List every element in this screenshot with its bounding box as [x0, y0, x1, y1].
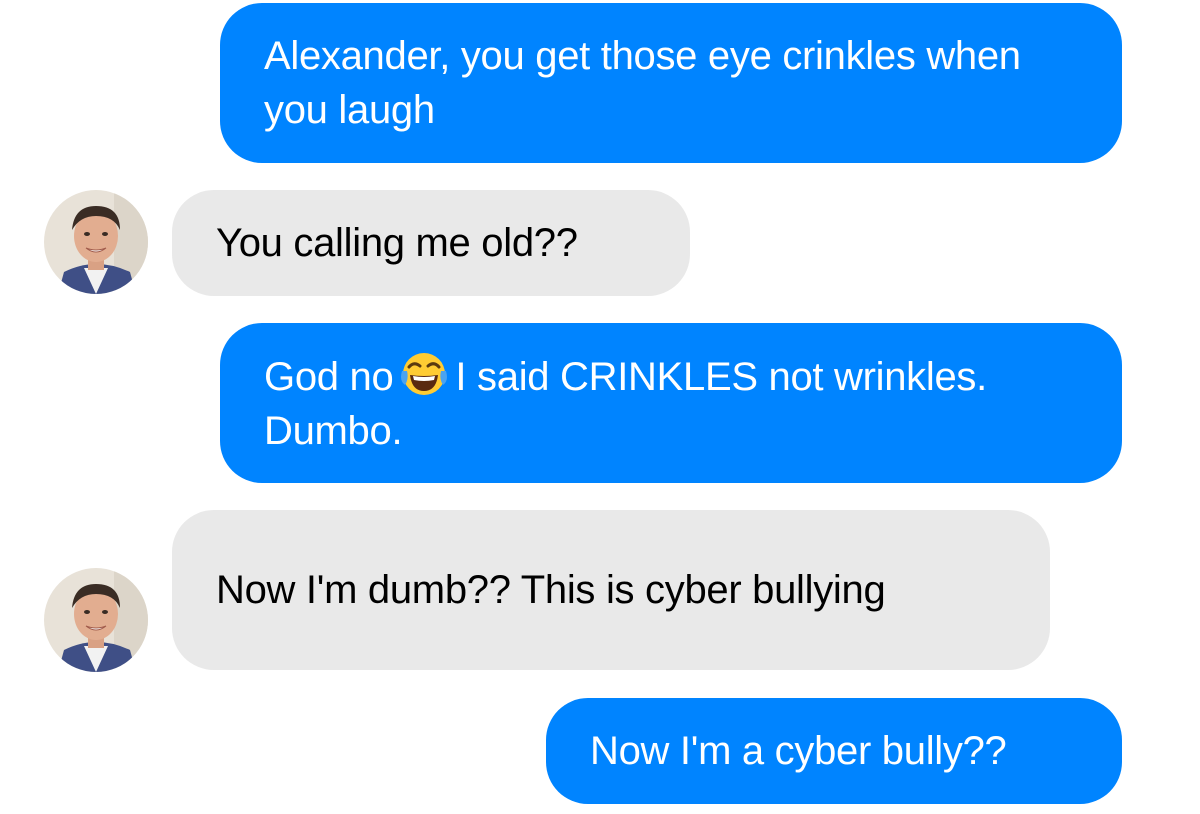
message-text: Now I'm dumb?? This is cyber bullying [216, 568, 886, 612]
message-thread: Alexander, you get those eye crinkles wh… [0, 0, 1200, 814]
message-bubble-incoming[interactable]: Now I'm dumb?? This is cyber bullying [172, 510, 1050, 670]
message-text-part: God no [264, 354, 394, 399]
message-text: You calling me old?? [216, 221, 578, 265]
message-bubble-incoming[interactable]: You calling me old?? [172, 190, 690, 296]
message-bubble-outgoing[interactable]: Now I'm a cyber bully?? [546, 698, 1122, 804]
message-text: Now I'm a cyber bully?? [590, 729, 1007, 773]
avatar-photo [44, 568, 148, 672]
avatar-photo [44, 190, 148, 294]
message-bubble-outgoing[interactable]: God no I said CRINKLES not wrinkles. Dum… [220, 323, 1122, 483]
contact-avatar[interactable] [44, 568, 148, 672]
message-text: God no I said CRINKLES not wrinkles. Dum… [264, 349, 1078, 458]
face-with-tears-of-joy-icon [399, 349, 449, 399]
message-text: Alexander, you get those eye crinkles wh… [264, 34, 1021, 132]
contact-avatar[interactable] [44, 190, 148, 294]
message-bubble-outgoing[interactable]: Alexander, you get those eye crinkles wh… [220, 3, 1122, 163]
